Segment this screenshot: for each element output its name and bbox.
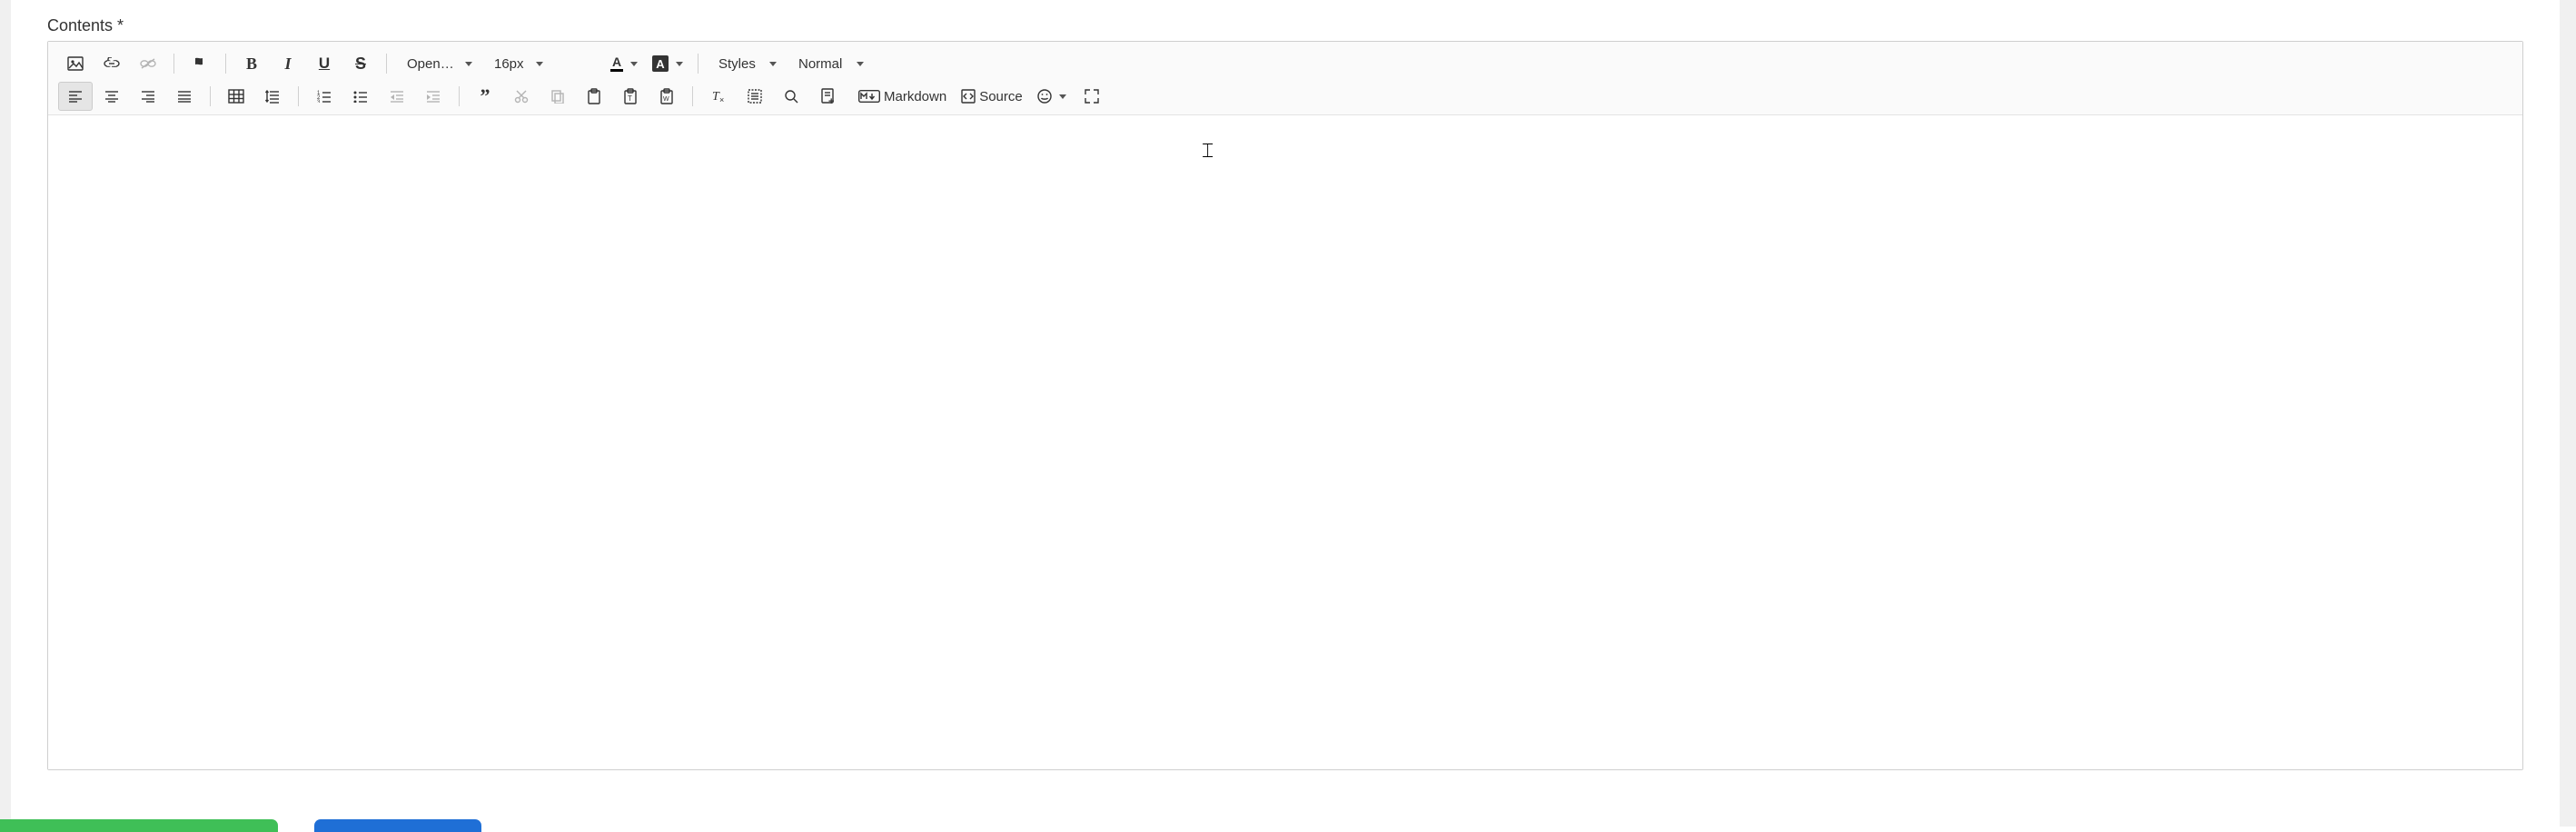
chevron-down-icon bbox=[630, 62, 638, 66]
font-size-value: 16px bbox=[494, 56, 527, 72]
emoji-icon bbox=[1037, 89, 1052, 104]
outdent-button bbox=[380, 82, 414, 111]
bold-button[interactable]: B bbox=[234, 49, 269, 78]
markdown-button[interactable]: Markdown bbox=[852, 82, 953, 111]
source-button[interactable]: Source bbox=[955, 82, 1029, 111]
link-button[interactable] bbox=[94, 49, 129, 78]
chevron-down-icon bbox=[465, 62, 472, 66]
svg-text:W: W bbox=[663, 96, 669, 103]
styles-value: Styles bbox=[718, 56, 760, 72]
indent-button bbox=[416, 82, 451, 111]
italic-button[interactable]: I bbox=[271, 49, 305, 78]
maximize-button[interactable] bbox=[1075, 82, 1109, 111]
field-label: Contents * bbox=[47, 16, 2523, 35]
font-size-select[interactable]: 16px bbox=[484, 49, 550, 78]
align-right-button[interactable] bbox=[131, 82, 165, 111]
paste-word-button[interactable]: W bbox=[649, 82, 684, 111]
templates-button[interactable]: + bbox=[810, 82, 845, 111]
text-color-letter: A bbox=[612, 55, 621, 68]
markdown-label: Markdown bbox=[884, 89, 946, 104]
chevron-down-icon bbox=[769, 62, 777, 66]
cut-button bbox=[504, 82, 539, 111]
svg-text:3: 3 bbox=[317, 100, 321, 103]
table-button[interactable] bbox=[219, 82, 253, 111]
svg-text:×: × bbox=[719, 95, 724, 104]
strikethrough-button[interactable]: S bbox=[343, 49, 378, 78]
flag-button[interactable] bbox=[183, 49, 217, 78]
ordered-list-button[interactable]: 123 bbox=[307, 82, 342, 111]
primary-action-button[interactable] bbox=[0, 819, 278, 832]
source-icon bbox=[961, 89, 976, 104]
markdown-icon bbox=[858, 90, 880, 103]
copy-button bbox=[540, 82, 575, 111]
font-family-select[interactable]: Open… bbox=[397, 49, 479, 78]
paragraph-format-value: Normal bbox=[798, 56, 847, 72]
unordered-list-button[interactable] bbox=[343, 82, 378, 111]
svg-text:T: T bbox=[628, 94, 632, 103]
chevron-down-icon bbox=[1059, 94, 1066, 99]
text-color-button[interactable]: A bbox=[604, 49, 644, 78]
image-button[interactable] bbox=[58, 49, 93, 78]
editor-content-area[interactable]: ⌶ bbox=[48, 115, 2522, 769]
chevron-down-icon bbox=[676, 62, 683, 66]
paste-text-button[interactable]: T bbox=[613, 82, 648, 111]
rich-text-editor: B I U S bbox=[47, 41, 2523, 770]
align-justify-button[interactable] bbox=[167, 82, 202, 111]
paste-button[interactable] bbox=[577, 82, 611, 111]
remove-format-button[interactable]: T× bbox=[701, 82, 736, 111]
secondary-action-button[interactable] bbox=[314, 819, 481, 832]
paragraph-format-select[interactable]: Normal bbox=[788, 49, 870, 78]
select-all-button[interactable] bbox=[738, 82, 772, 111]
editor-toolbar: B I U S bbox=[48, 42, 2522, 115]
find-button[interactable] bbox=[774, 82, 808, 111]
line-height-button[interactable] bbox=[255, 82, 290, 111]
source-label: Source bbox=[979, 89, 1023, 104]
text-caret-icon: ⌶ bbox=[1202, 139, 1214, 163]
styles-select[interactable]: Styles bbox=[708, 49, 783, 78]
unlink-button bbox=[131, 49, 165, 78]
align-left-button[interactable] bbox=[58, 82, 93, 111]
svg-text:+: + bbox=[828, 96, 834, 104]
font-family-value: Open… bbox=[407, 56, 456, 72]
underline-button[interactable]: U bbox=[307, 49, 342, 78]
chevron-down-icon bbox=[536, 62, 543, 66]
background-color-letter: A bbox=[652, 55, 669, 72]
emoji-button[interactable] bbox=[1031, 82, 1073, 111]
blockquote-button[interactable]: ” bbox=[468, 82, 502, 111]
align-center-button[interactable] bbox=[94, 82, 129, 111]
background-color-button[interactable]: A bbox=[646, 49, 689, 78]
chevron-down-icon bbox=[857, 62, 864, 66]
